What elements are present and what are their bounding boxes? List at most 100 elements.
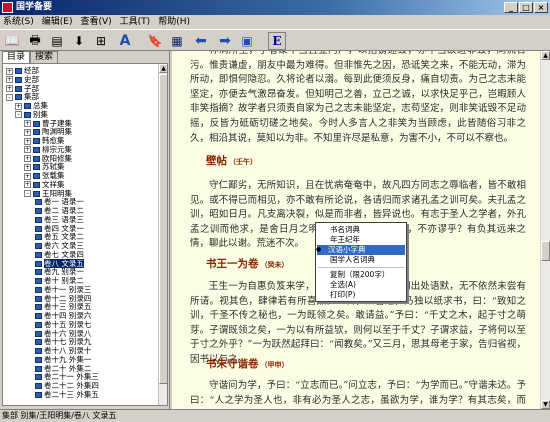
collapse-icon[interactable]: - [15,111,22,119]
expand-icon[interactable]: + [24,172,31,180]
tree-item[interactable]: 卷二十二 外集四 [33,381,99,390]
tree-item[interactable]: + 文祥集 [24,180,65,189]
scroll-thumb[interactable] [541,241,550,261]
menu-item-copy[interactable]: 复制（限200字） [319,270,389,280]
forward-icon[interactable]: ➡ [216,32,234,50]
menu-item-select-all[interactable]: 全选(A) [319,280,356,290]
tree-item[interactable]: - 别集 [15,110,48,119]
heading-text: 书朱守谐卷 [206,358,259,370]
tab-search[interactable]: 搜索 [30,51,59,63]
tree-item[interactable]: + 陶渊明集 [24,127,72,136]
tree-item[interactable]: 卷七 文录四 [33,250,84,259]
tree-item[interactable]: 卷三 语录三 [33,215,84,224]
expand-icon[interactable]: + [24,163,31,171]
back-icon[interactable]: ⬅ [192,32,210,50]
bookmarks-list-icon[interactable]: ▣ [238,32,256,50]
bookmark-icon[interactable]: 🔖 [146,32,164,50]
book-icon [35,260,42,267]
tree-item[interactable]: 卷十 别录二 [33,276,84,285]
tree-item[interactable]: 卷二十三 外集五 [33,390,99,399]
tree-item[interactable]: + 经部 [6,66,39,75]
layout-icon[interactable]: ▦ [168,32,186,50]
book-icon [35,243,42,249]
menu-separator [318,267,404,268]
scroll-thumb[interactable] [159,74,167,384]
book-icon [35,208,42,214]
menu-tools[interactable]: 工具(T) [120,15,151,29]
expand-icon[interactable]: + [24,128,31,136]
tree-item[interactable]: + 柳宗元集 [24,145,72,154]
menu-edit[interactable]: 编辑(E) [42,15,73,29]
catalog-pane: 目录 搜索 ▲ + 经部 + 史部 + 子部 - 集部 + 总集 - 别集 + 曹子建集 + 陶渊明集 + 韩愈集… [0,51,170,409]
expand-icon[interactable]: + [24,146,31,154]
menu-help[interactable]: 帮助(H) [158,15,190,29]
scroll-up-arrow[interactable]: ▲ [541,51,550,60]
section-heading: 书王一为卷 （癸未） [206,256,289,271]
expand-icon[interactable]: + [6,85,13,92]
scroll-down-arrow[interactable]: ▼ [541,400,550,409]
app-icon [2,2,13,13]
tree-item[interactable]: 卷十四 别录六 [33,311,91,320]
menu-item-char-dict[interactable]: 汉语小字典 [316,245,405,255]
print-icon[interactable]: 🖶 [26,32,44,50]
tree-item[interactable]: + 韩愈集 [24,136,65,145]
section-heading: 书朱守谐卷 （甲申） [206,356,289,371]
menu-item-name-dict[interactable]: 国学人名词典 [319,255,375,265]
tree-item-label: 苏轼集 [42,162,65,172]
tree-scrollbar[interactable]: ▲ [158,64,167,405]
tree-item[interactable]: 卷十三 别录五 [33,302,91,311]
tree-item-label: 卷十八 别录十 [44,346,92,355]
tree-item[interactable]: 卷六 文录三 [33,241,84,250]
notes-icon[interactable]: ▤ [48,32,66,50]
reader-scrollbar[interactable]: ▲ ▼ [541,51,550,409]
expand-icon[interactable]: + [24,137,31,145]
tree-item[interactable]: 卷十九 外集一 [33,355,91,364]
tree-item[interactable]: + 苏轼集 [24,162,65,171]
tree-item[interactable]: + 张载集 [24,171,65,180]
tree-item[interactable]: - 集部 [6,92,39,101]
menu-item-book-dict[interactable]: 书名词典 [319,225,360,235]
tree-icon[interactable]: ⊞ [92,32,110,50]
tree-item-label: 卷十七 别录九 [44,337,92,347]
menu-view[interactable]: 查看(V) [80,15,111,29]
close-button[interactable]: × [534,2,548,13]
expand-icon[interactable]: + [24,155,31,162]
tree-item[interactable]: 卷二十一 外集三 [33,372,99,381]
expand-icon[interactable]: + [24,181,31,189]
collapse-icon[interactable]: - [24,190,31,197]
book-icon [33,146,40,153]
tree-item[interactable]: 卷二 语录二 [33,206,84,215]
tree-item[interactable]: 卷十一 别录三 [33,285,91,294]
tab-catalog[interactable]: 目录 [2,51,31,63]
export-icon[interactable]: ⬇ [70,32,88,50]
tree-item-label: 卷二十二 外集四 [44,381,99,390]
book-icon [33,190,40,197]
tree-item[interactable]: 卷五 文录二 [33,232,84,241]
collapse-icon[interactable]: - [6,93,13,101]
tree-item-label: 卷三 语录三 [44,214,84,224]
tree-item[interactable]: 卷九 别录一 [33,267,84,276]
menu-item-year-dict[interactable]: 年王纪年 [319,235,360,245]
tree-item[interactable]: 卷十八 别录十 [33,346,91,355]
tree-item[interactable]: 卷十五 别录七 [33,320,91,329]
menu-system[interactable]: 系统(S) [3,15,34,29]
expand-icon[interactable]: + [24,120,31,127]
tree-item[interactable]: + 史部 [6,75,39,84]
expand-icon[interactable]: + [15,102,22,110]
font-size-icon[interactable]: A [116,32,134,50]
book-icon [35,374,42,381]
expand-icon[interactable]: + [6,76,13,84]
tree-item-label: 陶渊明集 [42,127,72,137]
tree-item[interactable]: + 总集 [15,101,48,110]
minimize-button[interactable]: _ [504,2,518,13]
tree-item[interactable]: 卷一 语录一 [33,197,84,206]
e-button[interactable]: E [268,32,286,50]
tree-item[interactable]: 卷十七 别录九 [33,337,91,346]
open-book-icon[interactable]: 📖 [3,32,21,50]
expand-icon[interactable]: + [6,67,13,75]
scroll-up-arrow[interactable]: ▲ [159,64,167,73]
book-icon [35,269,42,276]
menu-item-print[interactable]: 打印(P) [319,290,355,300]
maximize-button[interactable]: □ [519,2,533,13]
book-icon [35,304,42,311]
